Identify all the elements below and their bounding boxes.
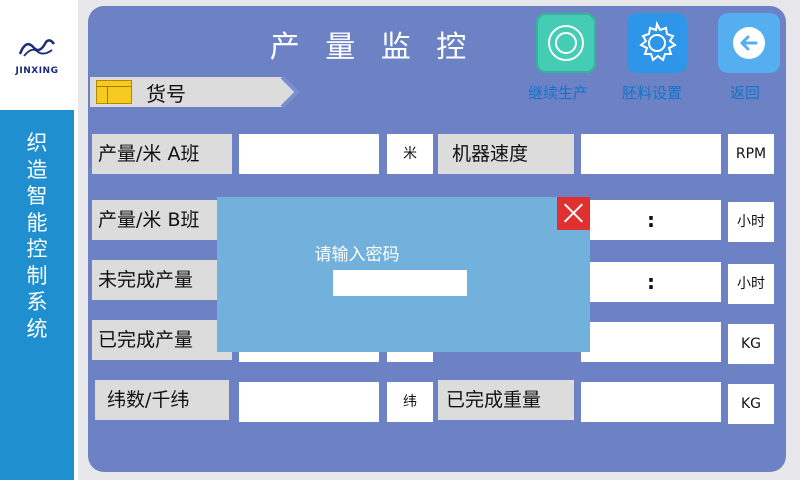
back-button[interactable] (718, 13, 780, 73)
concentric-circle-icon (548, 25, 584, 61)
continue-production-button[interactable] (536, 13, 596, 73)
system-title-char: 统 (26, 316, 48, 341)
password-input[interactable] (333, 270, 467, 296)
weft-count-field[interactable] (239, 382, 379, 422)
output-b-shift-label: 产量/米 B班 (92, 200, 232, 240)
gear-icon (639, 20, 677, 62)
output-a-shift-unit: 米 (387, 134, 433, 174)
weft-count-label: 纬数/千纬 (95, 380, 229, 420)
system-title-char: 造 (26, 157, 48, 182)
blank-settings-label[interactable]: 胚料设置 (622, 82, 682, 103)
logo: JINXING (0, 0, 74, 110)
system-title-char: 织 (26, 131, 48, 155)
time-separator: : (647, 270, 655, 294)
weft-count-unit: 纬 (387, 382, 433, 422)
remaining-output-label: 未完成产量 (92, 260, 232, 300)
weight-field[interactable] (581, 322, 721, 362)
blank-settings-button[interactable] (627, 13, 687, 73)
system-title: 织 造 智 能 控 制 系 统 (0, 130, 74, 342)
completed-weight-field[interactable] (581, 382, 721, 422)
chevron-right-icon (280, 75, 300, 109)
system-title-char: 系 (26, 290, 48, 314)
system-title-char: 制 (26, 263, 48, 288)
machine-speed-field[interactable] (581, 134, 721, 174)
system-title-char: 控 (26, 237, 48, 261)
item-number-label: 货号 (146, 82, 186, 106)
time-separator: : (647, 208, 655, 232)
output-a-shift-field[interactable] (239, 134, 379, 174)
back-arrow-icon (733, 27, 765, 59)
system-title-char: 智 (26, 184, 48, 208)
output-a-shift-label: 产量/米 A班 (92, 134, 232, 174)
brand-logo-icon (18, 39, 56, 57)
page-title: 产 量 监 控 (269, 30, 475, 65)
completed-output-label: 已完成产量 (92, 320, 232, 360)
completed-weight-label: 已完成重量 (438, 380, 574, 420)
item-number-icon (96, 80, 132, 104)
system-title-char: 能 (26, 210, 48, 235)
back-label[interactable]: 返回 (730, 82, 760, 103)
machine-speed-unit: RPM (728, 134, 774, 174)
time-field-1-unit: 小时 (728, 202, 774, 242)
weight-unit: KG (728, 324, 774, 364)
machine-speed-label: 机器速度 (438, 134, 574, 174)
time-field-2-unit: 小时 (728, 264, 774, 304)
time-field-2[interactable]: : (581, 262, 721, 302)
continue-production-label[interactable]: 继续生产 (528, 82, 588, 103)
password-dialog-title: 请输入密码 (314, 245, 400, 265)
time-field-1[interactable]: : (581, 200, 721, 240)
logo-text: JINXING (15, 66, 59, 76)
close-icon[interactable] (557, 197, 590, 230)
completed-weight-unit: KG (728, 384, 774, 424)
